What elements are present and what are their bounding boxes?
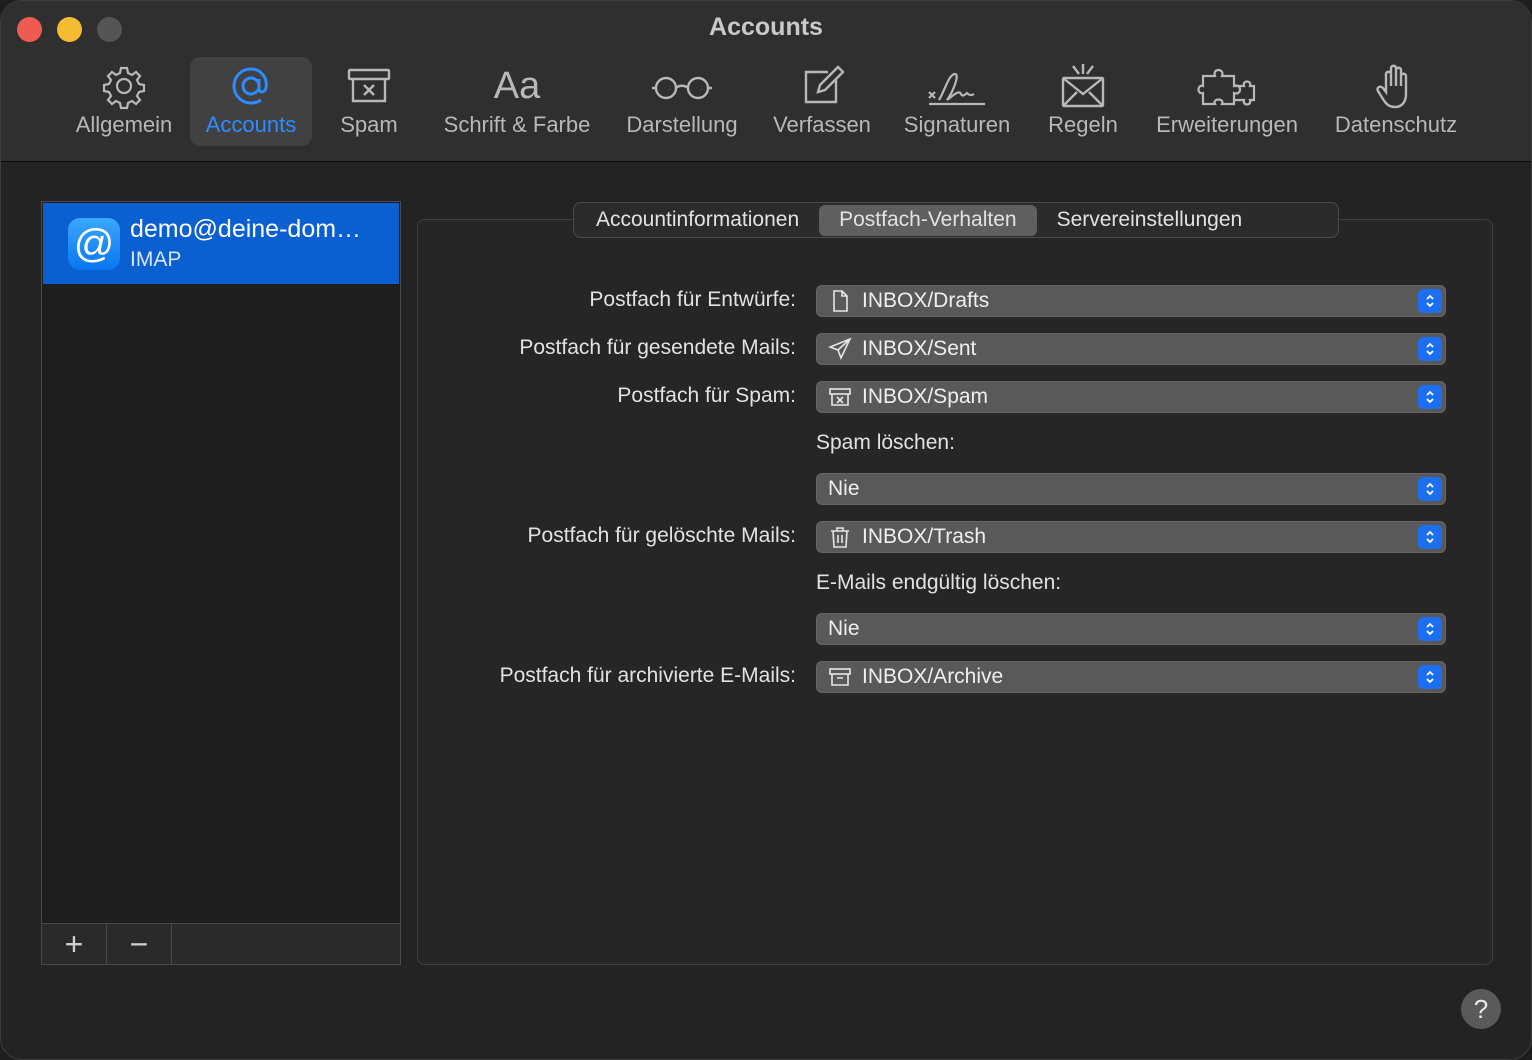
drafts-label: Postfach für Entwürfe: (589, 288, 796, 311)
chevron-updown-icon (1418, 525, 1442, 549)
tab-accountinformationen[interactable]: Accountinformationen (576, 205, 819, 236)
account-name: demo@deine-dom… (130, 215, 362, 243)
puzzle-icon (1197, 68, 1256, 106)
toolbar-item-signaturen[interactable]: Signaturen (893, 57, 1021, 146)
junk-box-icon (829, 388, 851, 406)
toolbar-item-label: Spam (340, 112, 398, 137)
chevron-updown-icon (1418, 289, 1442, 313)
rules-envelope-icon (1061, 64, 1105, 108)
toolbar-item-label: Schrift & Farbe (443, 112, 591, 137)
spam-delete-value: Nie (828, 477, 860, 500)
trash-icon (831, 527, 849, 548)
toolbar-item-spam[interactable]: Spam (326, 57, 412, 146)
archive-label: Postfach für archivierte E-Mails: (499, 664, 796, 687)
chevron-updown-icon (1418, 477, 1442, 501)
tab-servereinstellungen[interactable]: Servereinstellungen (1037, 205, 1263, 236)
trash-mailbox-select[interactable]: INBOX/Trash (816, 521, 1446, 553)
paper-plane-icon (828, 337, 852, 361)
chevron-updown-icon (1418, 617, 1442, 641)
at-sign-icon: @ (68, 218, 120, 270)
toolbar-item-allgemein[interactable]: Allgemein (65, 57, 183, 146)
window-title: Accounts (709, 13, 823, 41)
segmented-tabs: Accountinformationen Postfach-Verhalten … (573, 202, 1339, 238)
erase-select[interactable]: Nie (816, 613, 1446, 645)
add-account-button[interactable]: + (42, 924, 107, 964)
toolbar: Accounts Allgemein Accounts Spam Aa Schr… (1, 1, 1531, 162)
spam-mailbox-select[interactable]: INBOX/Spam (816, 381, 1446, 413)
signature-icon (928, 72, 985, 106)
toolbar-item-datenschutz[interactable]: Datenschutz (1323, 57, 1469, 146)
toolbar-item-label: Darstellung (626, 112, 738, 137)
archive-mailbox-value: INBOX/Archive (862, 665, 1004, 688)
toolbar-item-label: Signaturen (903, 112, 1011, 137)
toolbar-item-label: Allgemein (75, 112, 173, 137)
spam-delete-select[interactable]: Nie (816, 473, 1446, 505)
font-icon: Aa (493, 65, 541, 107)
trash-label: Postfach für gelöschte Mails: (527, 524, 796, 547)
toolbar-item-regeln[interactable]: Regeln (1039, 57, 1127, 146)
preferences-window: Accounts Allgemein Accounts Spam Aa Schr… (0, 0, 1532, 1060)
toolbar-item-accounts[interactable]: Accounts (190, 57, 312, 146)
archive-mailbox-select[interactable]: INBOX/Archive (816, 661, 1446, 693)
toolbar-item-label: Erweiterungen (1156, 112, 1298, 137)
toolbar-item-label: Datenschutz (1334, 112, 1458, 137)
toolbar-item-label: Accounts (205, 112, 297, 137)
toolbar-item-label: Regeln (1048, 112, 1118, 137)
glasses-icon (652, 76, 712, 100)
drafts-mailbox-value: INBOX/Drafts (862, 289, 990, 312)
account-row[interactable]: @ demo@deine-dom… IMAP (43, 203, 399, 284)
chevron-updown-icon (1418, 385, 1442, 409)
drafts-mailbox-select[interactable]: INBOX/Drafts (816, 285, 1446, 317)
toolbar-item-label: Verfassen (773, 112, 871, 137)
junk-box-icon (347, 68, 391, 103)
sent-mailbox-select[interactable]: INBOX/Sent (816, 333, 1446, 365)
spam-label: Postfach für Spam: (617, 384, 796, 407)
toolbar-item-darstellung[interactable]: Darstellung (615, 57, 749, 146)
toolbar-item-schrift-farbe[interactable]: Aa Schrift & Farbe (431, 57, 603, 146)
toolbar-item-erweiterungen[interactable]: Erweiterungen (1145, 57, 1309, 146)
sent-label: Postfach für gesendete Mails: (519, 336, 796, 359)
trash-mailbox-value: INBOX/Trash (862, 525, 987, 548)
chevron-updown-icon (1418, 665, 1442, 689)
erase-label: E-Mails endgültig löschen: (816, 571, 1062, 594)
account-list: @ demo@deine-dom… IMAP + − (41, 201, 401, 965)
remove-account-button[interactable]: − (107, 924, 172, 964)
hand-icon (1376, 64, 1408, 109)
sent-mailbox-value: INBOX/Sent (862, 337, 977, 360)
spam-mailbox-value: INBOX/Spam (862, 385, 989, 408)
document-icon (833, 290, 848, 312)
chevron-updown-icon (1418, 337, 1442, 361)
toolbar-item-verfassen[interactable]: Verfassen (763, 57, 881, 146)
erase-value: Nie (828, 617, 860, 640)
at-sign-icon (232, 67, 268, 105)
spam-delete-label: Spam löschen: (816, 431, 955, 454)
compose-icon (804, 65, 845, 104)
help-button[interactable]: ? (1461, 989, 1501, 1029)
archive-box-icon (829, 668, 851, 686)
account-list-controls: + − (42, 923, 400, 964)
account-type: IMAP (130, 248, 182, 271)
tab-postfach-verhalten[interactable]: Postfach-Verhalten (819, 204, 1037, 236)
gear-icon (102, 66, 146, 110)
